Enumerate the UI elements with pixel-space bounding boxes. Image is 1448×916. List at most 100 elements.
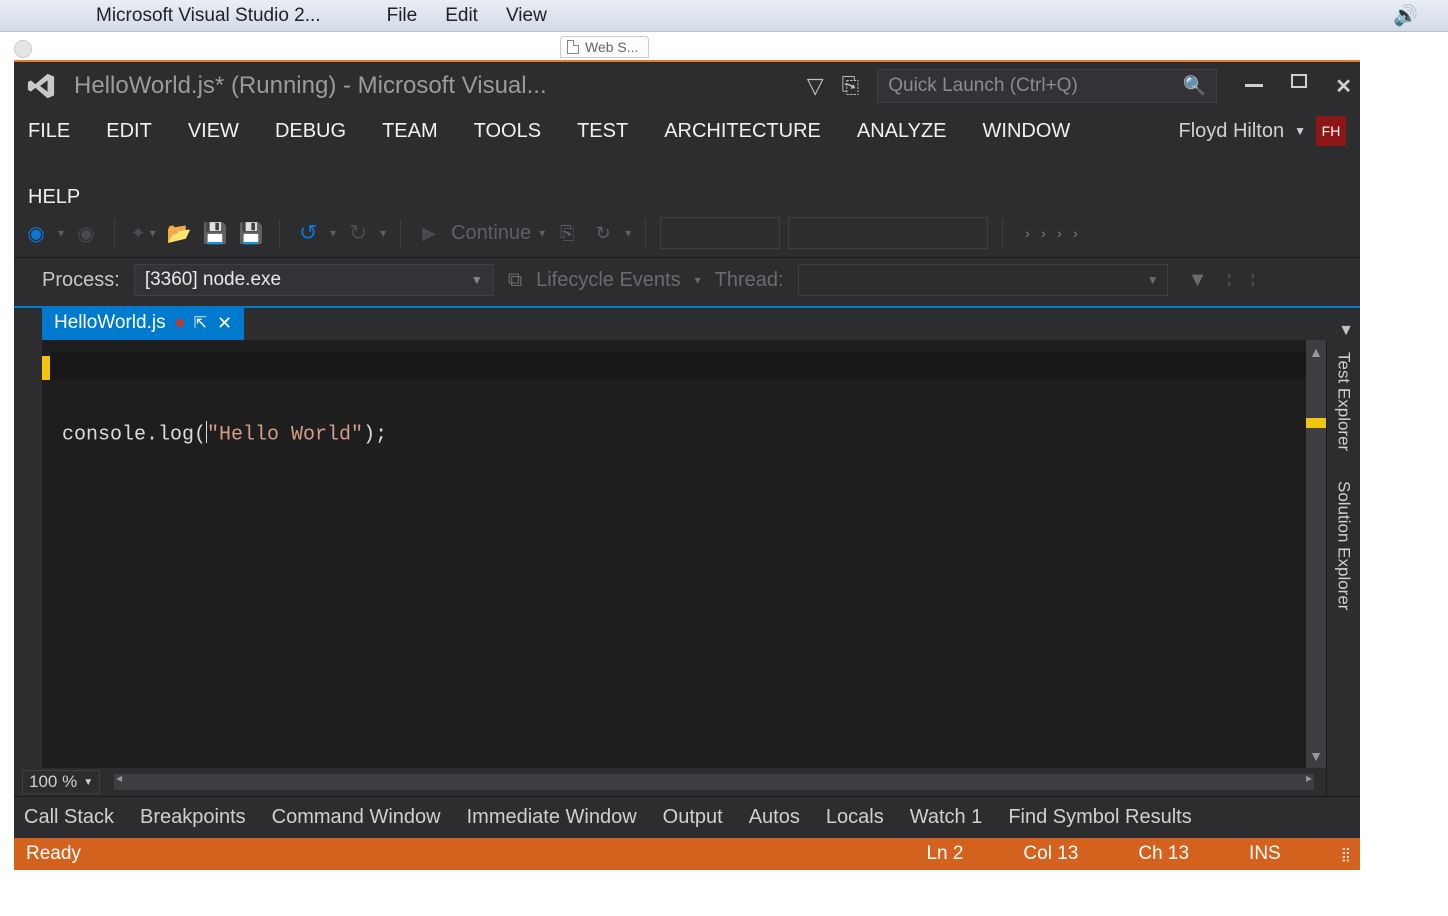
save-button[interactable]: 💾 [201, 219, 229, 247]
menu-window[interactable]: WINDOW [983, 120, 1071, 143]
debug-toolbar: Process: [3360] node.exe ▼ ⧉ Lifecycle E… [14, 258, 1360, 306]
process-label: Process: [42, 269, 120, 292]
browser-link-button[interactable]: ⎘ [553, 219, 581, 247]
background-tab-label: Web S... [585, 39, 638, 55]
notifications-icon[interactable]: ▽ [807, 73, 824, 99]
save-all-button[interactable]: 💾 [237, 219, 265, 247]
menu-file[interactable]: FILE [28, 120, 70, 143]
zoom-value: 100 % [29, 772, 77, 792]
tool-tab-watch-1[interactable]: Watch 1 [910, 806, 983, 829]
redo-caret[interactable]: ▾ [380, 226, 386, 240]
scroll-down-icon[interactable]: ▼ [1309, 744, 1323, 768]
side-tab-solution-explorer[interactable]: Solution Explorer [1332, 475, 1356, 616]
scrollbar-track[interactable] [1306, 364, 1326, 744]
status-ready: Ready [26, 843, 81, 865]
chevron-down-icon: ▼ [1294, 124, 1306, 138]
nav-forward-button[interactable]: ◉ [72, 219, 100, 247]
text-caret [206, 421, 207, 443]
search-icon: 🔍 [1183, 74, 1207, 98]
toolbar-combo-1[interactable] [660, 217, 780, 249]
thread-label: Thread: [715, 269, 784, 292]
new-project-button[interactable]: ✦ [129, 219, 157, 247]
refresh-button[interactable]: ↻ [589, 219, 617, 247]
quick-launch-placeholder: Quick Launch (Ctrl+Q) [888, 75, 1078, 97]
continue-caret[interactable]: ▾ [539, 226, 545, 240]
user-name: Floyd Hilton [1179, 120, 1285, 143]
tool-tab-call-stack[interactable]: Call Stack [24, 806, 114, 829]
undo-button[interactable]: ↻ [294, 219, 322, 247]
menu-team[interactable]: TEAM [382, 120, 438, 143]
lifecycle-label[interactable]: Lifecycle Events [536, 269, 681, 292]
chevron-down-icon: ▼ [471, 273, 483, 287]
tool-tab-immediate-window[interactable]: Immediate Window [467, 806, 637, 829]
chevron-down-icon: ▼ [83, 777, 93, 788]
document-tab-filename: HelloWorld.js [54, 312, 166, 334]
mac-menu-view[interactable]: View [506, 5, 547, 27]
code-editor[interactable]: console.log("Hello World"); ▲ ▼ [14, 340, 1326, 768]
continue-label[interactable]: Continue [451, 222, 531, 245]
tab-list-dropdown[interactable]: ▼ [1338, 322, 1354, 340]
nav-back-button[interactable]: ◉ [22, 219, 50, 247]
document-icon [567, 40, 579, 54]
open-file-button[interactable]: 📂 [165, 219, 193, 247]
menu-view[interactable]: VIEW [188, 120, 239, 143]
quick-launch-input[interactable]: Quick Launch (Ctrl+Q) 🔍 [877, 69, 1217, 103]
tool-tab-command-window[interactable]: Command Window [272, 806, 441, 829]
debug-overflow-2[interactable]: ›› [1251, 272, 1255, 288]
feedback-icon[interactable]: ⎘ [842, 73, 860, 99]
nav-back-caret[interactable]: ▾ [58, 226, 64, 240]
visual-studio-window: HelloWorld.js* (Running) - Microsoft Vis… [14, 60, 1360, 870]
close-tab-icon[interactable]: ✕ [217, 313, 232, 334]
document-tab-active[interactable]: HelloWorld.js ⇱ ✕ [42, 306, 244, 340]
mac-menu-file[interactable]: File [387, 5, 418, 27]
editor-area: ⇔ console.log("Hello World"); ▲ ▼ [14, 340, 1360, 796]
user-area[interactable]: Floyd Hilton ▼ FH [1179, 116, 1347, 146]
background-window-traffic-light [14, 40, 32, 58]
tool-tab-output[interactable]: Output [663, 806, 723, 829]
minimize-button[interactable] [1245, 84, 1263, 87]
menu-test[interactable]: TEST [577, 120, 628, 143]
status-bar: Ready Ln 2 Col 13 Ch 13 INS ⣿ [14, 838, 1360, 870]
tool-tab-breakpoints[interactable]: Breakpoints [140, 806, 246, 829]
thread-select[interactable]: ▼ [798, 264, 1168, 296]
tool-tab-autos[interactable]: Autos [749, 806, 800, 829]
close-button[interactable]: ✕ [1335, 74, 1352, 99]
status-ins: INS [1249, 843, 1281, 865]
horizontal-scrollbar[interactable] [114, 774, 1314, 790]
breakpoint-indicator-icon [176, 319, 184, 327]
title-bar: HelloWorld.js* (Running) - Microsoft Vis… [14, 62, 1360, 110]
toolbar-combo-2[interactable] [788, 217, 988, 249]
debug-overflow[interactable]: ›› [1227, 272, 1231, 288]
tool-tab-locals[interactable]: Locals [826, 806, 884, 829]
menu-debug[interactable]: DEBUG [275, 120, 346, 143]
resize-grip-icon[interactable]: ⣿ [1341, 846, 1348, 863]
lifecycle-caret[interactable]: ▾ [695, 273, 701, 287]
tool-tab-find-symbol[interactable]: Find Symbol Results [1008, 806, 1191, 829]
document-tab-strip: HelloWorld.js ⇱ ✕ ▼ [14, 306, 1360, 340]
chevron-down-icon: ▼ [1147, 273, 1159, 287]
menu-architecture[interactable]: ARCHITECTURE [664, 120, 821, 143]
menu-tools[interactable]: TOOLS [474, 120, 541, 143]
menu-help[interactable]: HELP [28, 186, 80, 208]
maximize-button[interactable] [1291, 74, 1307, 88]
redo-button[interactable]: ↻ [344, 219, 372, 247]
vertical-scrollbar[interactable]: ▲ ▼ [1306, 340, 1326, 768]
side-tab-test-explorer[interactable]: Test Explorer [1332, 346, 1356, 457]
menu-edit[interactable]: EDIT [106, 120, 152, 143]
mac-menu-edit[interactable]: Edit [445, 5, 478, 27]
lifecycle-icon[interactable]: ⧉ [508, 269, 522, 292]
refresh-caret[interactable]: ▾ [625, 226, 631, 240]
zoom-select[interactable]: 100 % ▼ [22, 770, 100, 794]
status-line: Ln 2 [926, 843, 963, 865]
continue-button[interactable]: ▶ [415, 219, 443, 247]
mac-app-title[interactable]: Microsoft Visual Studio 2... [96, 5, 321, 27]
bottom-tool-tabs: Call Stack Breakpoints Command Window Im… [14, 796, 1360, 838]
pin-icon[interactable]: ⇱ [194, 313, 207, 333]
menu-analyze[interactable]: ANALYZE [857, 120, 947, 143]
process-select[interactable]: [3360] node.exe ▼ [134, 264, 494, 296]
volume-icon[interactable]: 🔊 [1393, 3, 1418, 28]
filter-icon[interactable]: ▼ [1188, 269, 1208, 292]
title-bar-icons: ▽ ⎘ [807, 73, 860, 99]
undo-caret[interactable]: ▾ [330, 226, 336, 240]
scroll-up-icon[interactable]: ▲ [1309, 340, 1323, 364]
